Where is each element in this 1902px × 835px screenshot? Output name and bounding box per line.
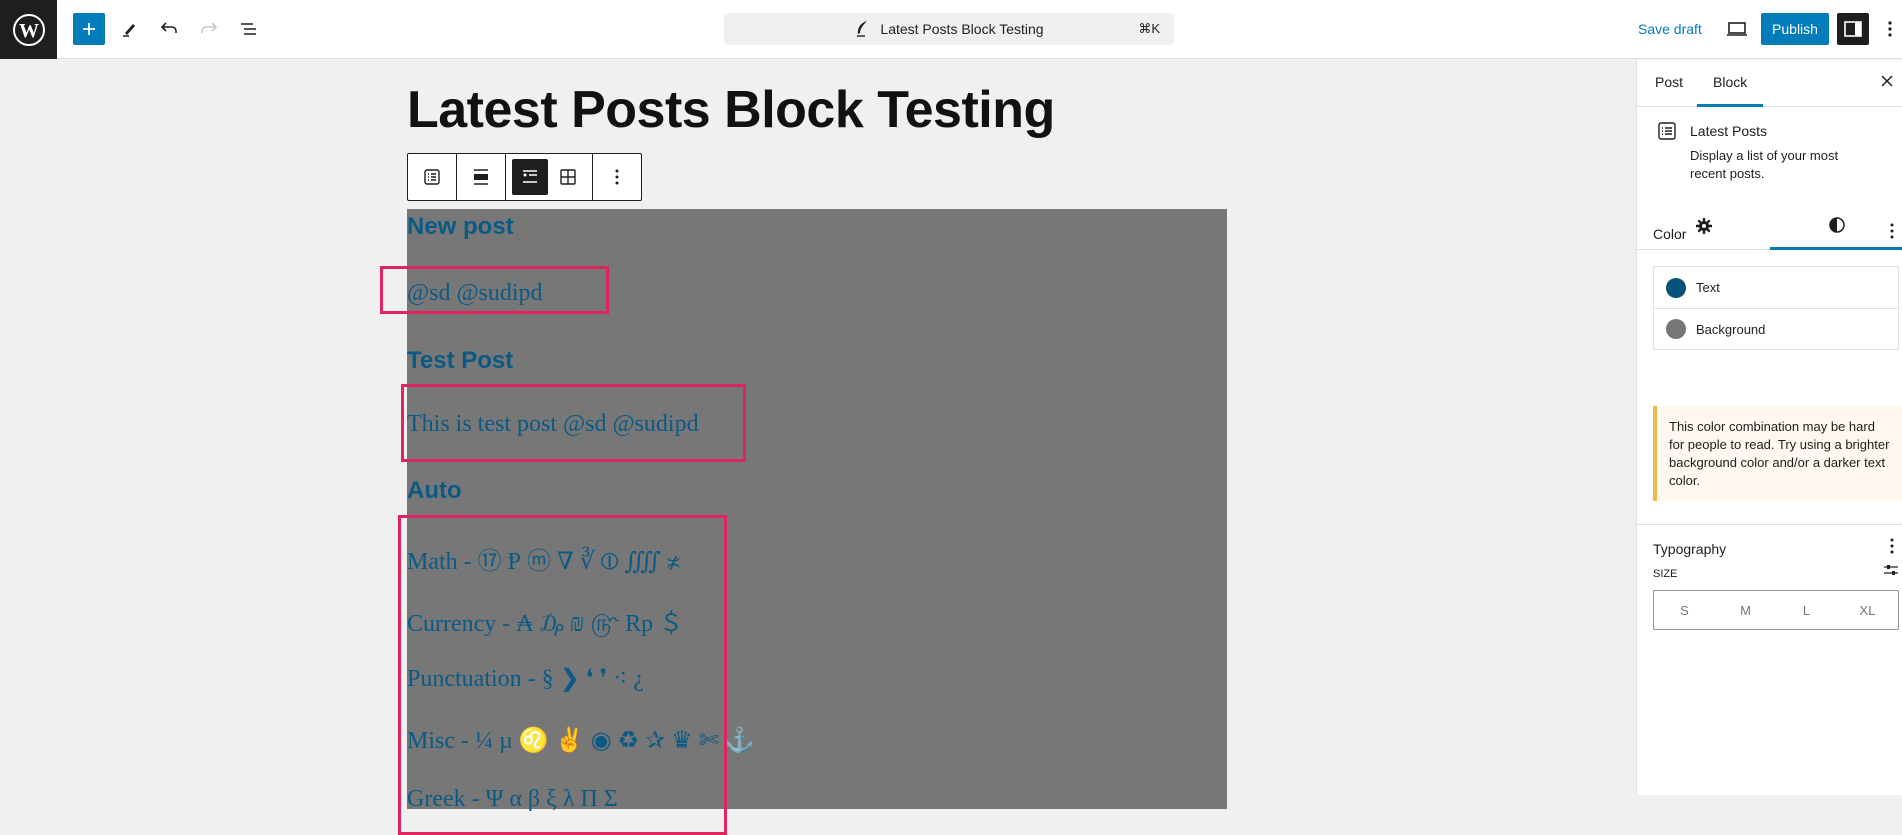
pencil-icon — [123, 24, 135, 37]
tab-post[interactable]: Post — [1655, 74, 1683, 90]
size-option-l[interactable]: L — [1776, 591, 1837, 629]
custom-size-toggle[interactable] — [1883, 563, 1899, 582]
more-vertical-icon — [1890, 538, 1894, 554]
more-vertical-icon — [615, 169, 619, 185]
typography-options-button[interactable] — [1889, 537, 1895, 558]
sidebar-icon — [1844, 21, 1862, 37]
undo-icon — [160, 22, 177, 33]
more-vertical-icon — [1890, 223, 1894, 239]
plus-icon — [83, 23, 95, 35]
editor-canvas: Latest Posts Block Testing New post @sd … — [0, 60, 1636, 835]
desktop-preview-icon — [1727, 22, 1747, 36]
publish-button[interactable]: Publish — [1761, 13, 1829, 45]
wordpress-icon: W — [12, 13, 45, 46]
gear-icon — [1695, 218, 1712, 234]
annotation-highlight — [401, 384, 746, 462]
font-size-picker: S M L XL — [1653, 590, 1899, 630]
post-title-link[interactable]: Test Post — [407, 347, 513, 375]
list-view-icon — [241, 23, 256, 35]
size-option-s[interactable]: S — [1654, 591, 1715, 629]
color-list: Text Background — [1653, 266, 1899, 350]
redo-button[interactable] — [193, 13, 225, 45]
redo-icon — [201, 22, 218, 33]
contrast-warning-notice: This color combination may be hard for p… — [1653, 406, 1902, 501]
color-item-label: Background — [1696, 321, 1766, 337]
align-button[interactable] — [463, 159, 499, 195]
list-layout-icon — [523, 170, 537, 183]
block-toolbar — [407, 153, 642, 201]
panel-divider — [1637, 524, 1902, 525]
options-menu-button[interactable] — [1878, 13, 1902, 45]
command-palette-bar[interactable]: Latest Posts Block Testing ⌘K — [724, 13, 1174, 45]
command-shortcut: ⌘K — [1138, 21, 1160, 36]
color-options-button[interactable] — [1889, 222, 1895, 243]
settings-sidebar-toggle[interactable] — [1837, 13, 1869, 45]
editor-header: W Latest Posts Block Testing ⌘K Save dra… — [0, 0, 1902, 59]
command-bar-title: Latest Posts Block Testing — [880, 21, 1044, 37]
undo-button[interactable] — [153, 13, 185, 45]
annotation-highlight — [398, 515, 727, 835]
color-item-label: Text — [1696, 280, 1720, 295]
close-icon — [1881, 75, 1893, 87]
background-color-swatch — [1666, 319, 1686, 339]
block-name: Latest Posts — [1690, 123, 1768, 139]
styles-contrast-icon — [1828, 216, 1845, 233]
post-title[interactable]: Latest Posts Block Testing — [407, 80, 1055, 140]
latest-posts-icon — [424, 169, 440, 185]
save-draft-button[interactable]: Save draft — [1638, 21, 1702, 37]
block-type-button[interactable] — [414, 159, 450, 195]
grid-layout-icon — [560, 169, 576, 185]
preview-button[interactable] — [1721, 13, 1753, 45]
color-panel-title: Color — [1653, 226, 1687, 242]
settings-sliders-icon — [1884, 565, 1898, 575]
typography-panel-title: Typography — [1653, 541, 1727, 557]
settings-sidebar: Post Block Latest Posts Display a list o… — [1636, 60, 1902, 795]
latest-posts-icon — [1657, 121, 1677, 146]
annotation-highlight — [380, 266, 609, 314]
block-description: Display a list of your most recent posts… — [1690, 148, 1839, 181]
wordpress-logo-button[interactable]: W — [0, 0, 57, 59]
list-view-toggle[interactable] — [512, 159, 548, 195]
align-wide-icon — [474, 169, 488, 185]
size-option-m[interactable]: M — [1715, 591, 1776, 629]
text-color-item[interactable]: Text — [1654, 267, 1898, 308]
tab-block[interactable]: Block — [1713, 74, 1747, 90]
close-sidebar-button[interactable] — [1880, 72, 1894, 93]
feather-icon — [854, 20, 870, 38]
add-block-button[interactable] — [73, 13, 105, 45]
more-vertical-icon — [1888, 21, 1892, 37]
font-size-label: SIZE — [1653, 568, 1678, 580]
post-title-link[interactable]: New post — [407, 213, 514, 241]
size-option-xl[interactable]: XL — [1837, 591, 1898, 629]
block-card: Latest Posts Display a list of your most… — [1637, 107, 1902, 202]
post-title-link[interactable]: Auto — [407, 477, 462, 505]
background-color-item[interactable]: Background — [1654, 308, 1898, 349]
svg-text:W: W — [19, 20, 39, 42]
block-options-button[interactable] — [599, 159, 635, 195]
tools-button[interactable] — [113, 13, 145, 45]
tab-styles[interactable] — [1770, 202, 1902, 250]
grid-view-toggle[interactable] — [550, 159, 586, 195]
document-overview-button[interactable] — [233, 13, 265, 45]
sidebar-tabs: Post Block — [1637, 60, 1902, 107]
text-color-swatch — [1666, 277, 1686, 298]
